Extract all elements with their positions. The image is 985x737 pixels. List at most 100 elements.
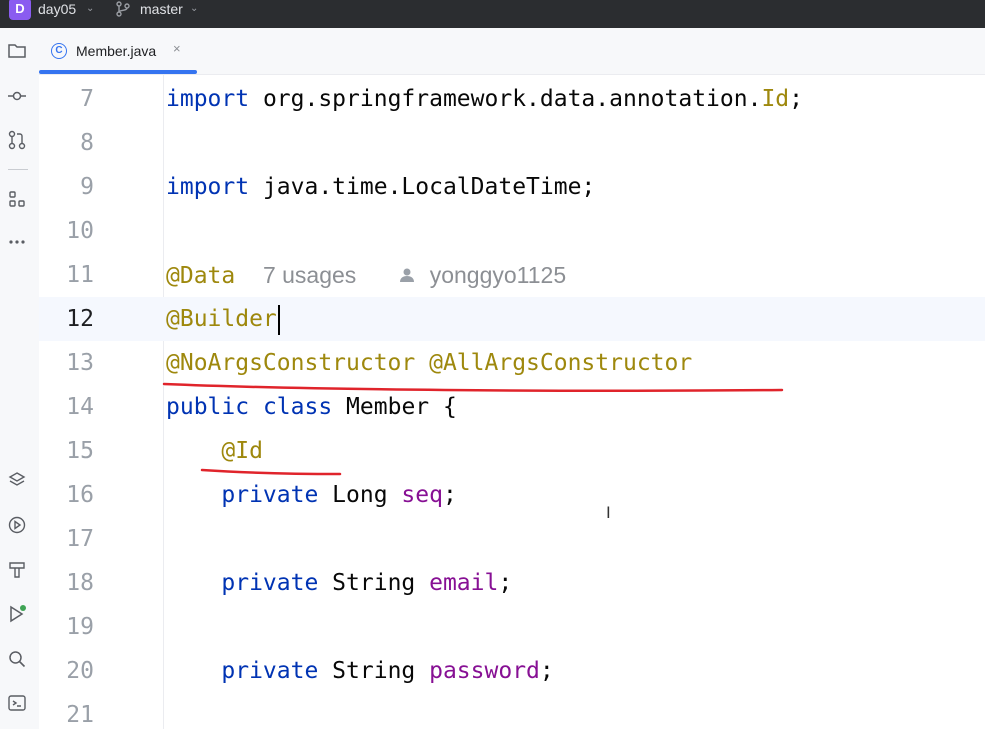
code-text[interactable]: private String password; — [166, 649, 554, 693]
keyword-token: private — [221, 658, 319, 684]
code-token: java.time.LocalDateTime; — [249, 174, 596, 200]
code-text[interactable]: private String email; — [166, 561, 512, 605]
run-icon[interactable] — [6, 603, 28, 625]
line-number[interactable]: 20 — [39, 649, 94, 693]
branch-name[interactable]: master — [140, 0, 183, 18]
line-number[interactable]: 16 — [39, 473, 94, 517]
code-line[interactable]: 9 import java.time.LocalDateTime; — [39, 165, 985, 209]
code-text[interactable]: import java.time.LocalDateTime; — [166, 165, 595, 209]
field-token: email — [429, 570, 499, 596]
editor-tab-bar: C Member.java × — [39, 28, 985, 75]
line-number[interactable]: 18 — [39, 561, 94, 605]
code-line[interactable]: 19 — [39, 605, 985, 649]
tab-member-java[interactable]: C Member.java × — [39, 28, 197, 74]
code-text[interactable]: @Data 7 usages yonggyo1125 — [166, 253, 566, 298]
line-number[interactable]: 17 — [39, 517, 94, 561]
pull-requests-icon[interactable] — [6, 129, 28, 151]
line-number[interactable]: 15 — [39, 429, 94, 473]
line-number[interactable]: 7 — [39, 77, 94, 121]
keyword-token: private — [221, 482, 319, 508]
more-icon[interactable] — [6, 231, 28, 253]
code-token: ; — [789, 86, 804, 112]
keyword-token: public — [166, 394, 250, 420]
code-text[interactable]: private Long seq; — [166, 473, 457, 517]
code-token: String — [318, 658, 430, 684]
code-token: ; — [442, 482, 457, 508]
code-line[interactable]: 14 public class Member { — [39, 385, 985, 429]
annotation-token: @Id — [221, 438, 263, 464]
usages-inlay-hint[interactable]: 7 usages — [263, 262, 356, 288]
annotation-token: @Builder — [166, 306, 277, 332]
code-editor[interactable]: 7 import org.springframework.data.annotat… — [39, 75, 985, 729]
code-line[interactable]: 20 private String password; — [39, 649, 985, 693]
line-number[interactable]: 14 — [39, 385, 94, 429]
project-chevron-down-icon[interactable]: ⌄ — [86, 0, 94, 18]
code-line[interactable]: 15 @Id — [39, 429, 985, 473]
layers-icon[interactable] — [6, 469, 28, 491]
keyword-token: import — [166, 86, 250, 112]
annotation-token: @AllArgsConstructor — [429, 350, 693, 376]
code-line[interactable]: 21 — [39, 693, 985, 737]
tab-label: Member.java — [76, 43, 157, 59]
project-badge[interactable]: D — [9, 0, 31, 20]
code-line[interactable]: 17 — [39, 517, 985, 561]
keyword-token: class — [262, 394, 333, 420]
line-number[interactable]: 19 — [39, 605, 94, 649]
code-line[interactable]: 7 import org.springframework.data.annotat… — [39, 77, 985, 121]
build-hammer-icon[interactable] — [6, 559, 28, 581]
code-line[interactable]: 18 private String email; — [39, 561, 985, 605]
line-number[interactable]: 13 — [39, 341, 94, 385]
code-token: String — [318, 570, 430, 596]
active-tab-indicator — [39, 70, 197, 74]
field-token: seq — [401, 482, 443, 508]
title-bar: D day05 ⌄ master ⌄ — [0, 0, 985, 28]
code-line[interactable]: 13 @NoArgsConstructor @AllArgsConstructor — [39, 341, 985, 385]
line-number[interactable]: 12 — [39, 297, 94, 341]
code-line[interactable]: 11 @Data 7 usages yonggyo1125 — [39, 253, 985, 297]
folder-icon[interactable] — [6, 40, 28, 62]
code-token: org.springframework.data.annotation. — [249, 86, 762, 112]
text-caret — [277, 304, 280, 335]
code-text[interactable]: public class Member { — [166, 385, 457, 429]
code-token: ; — [498, 570, 513, 596]
code-text[interactable]: @Builder — [166, 297, 280, 341]
code-line[interactable]: 10 — [39, 209, 985, 253]
line-number[interactable]: 8 — [39, 121, 94, 165]
keyword-token: import — [166, 174, 250, 200]
annotation-token: @NoArgsConstructor — [166, 350, 416, 376]
structure-icon[interactable] — [6, 188, 28, 210]
code-text[interactable]: @NoArgsConstructor @AllArgsConstructor — [166, 341, 692, 385]
terminal-icon[interactable] — [6, 692, 28, 714]
line-number[interactable]: 11 — [39, 253, 94, 297]
services-icon[interactable] — [6, 514, 28, 536]
code-text[interactable]: @Id — [166, 429, 263, 473]
mouse-ibeam-cursor: I — [606, 503, 611, 522]
project-name[interactable]: day05 — [38, 0, 76, 18]
code-line[interactable]: 16 private Long seq; — [39, 473, 985, 517]
keyword-token: private — [221, 570, 319, 596]
branch-chevron-down-icon[interactable]: ⌄ — [190, 0, 198, 18]
strip-divider — [8, 169, 28, 170]
code-line[interactable]: 8 — [39, 121, 985, 165]
annotation-token: @Data — [166, 263, 236, 289]
close-icon[interactable]: × — [173, 41, 181, 56]
search-icon[interactable] — [6, 648, 28, 670]
line-number[interactable]: 9 — [39, 165, 94, 209]
code-token: ; — [539, 658, 554, 684]
line-number[interactable]: 10 — [39, 209, 94, 253]
code-token: Long — [318, 482, 402, 508]
code-text[interactable]: import org.springframework.data.annotati… — [166, 77, 803, 121]
line-number[interactable]: 21 — [39, 693, 94, 737]
author-inlay-hint[interactable]: yonggyo1125 — [430, 262, 566, 288]
tool-window-strip — [0, 28, 40, 729]
code-token: Member { — [332, 394, 457, 420]
branch-icon — [116, 1, 130, 17]
commit-icon[interactable] — [6, 85, 28, 107]
java-class-icon: C — [51, 43, 67, 59]
code-line[interactable]: 12 @Builder — [39, 297, 985, 341]
annotation-token: Id — [761, 86, 790, 112]
